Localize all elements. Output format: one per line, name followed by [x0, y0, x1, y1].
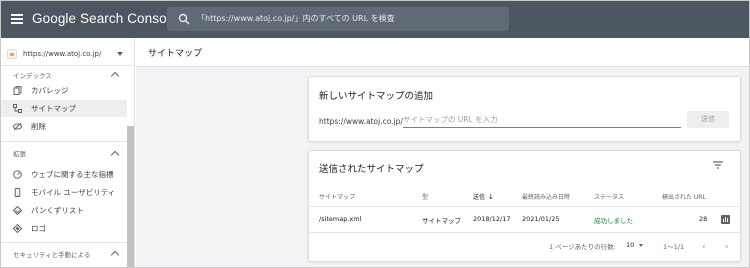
sitemap-url-input[interactable]: [403, 112, 681, 128]
sidebar-item-label: モバイル ユーザビリティ: [31, 188, 116, 197]
submit-button[interactable]: 送信: [687, 111, 729, 128]
top-bar: Google Search Console 「https://www.atoj.…: [1, 1, 749, 38]
page-header: サイトマップ: [136, 38, 749, 67]
url-inspection-search[interactable]: 「https://www.atoj.co.jp/」内のすべての URL を検査: [167, 7, 509, 31]
sidebar-item-label: サイトマップ: [31, 104, 76, 113]
chevron-up-icon[interactable]: [110, 150, 120, 160]
filter-icon[interactable]: [713, 161, 723, 169]
logo-icon: [13, 224, 22, 233]
divider: [309, 232, 742, 233]
submitted-sitemaps-title: 送信されたサイトマップ: [319, 164, 424, 175]
cell-type: サイトマップ: [422, 217, 461, 225]
divider: [309, 206, 742, 207]
speed-icon: [13, 170, 22, 179]
cell-discovered-urls: 28: [699, 215, 708, 223]
column-header-submitted[interactable]: 送信 ↓: [473, 192, 494, 201]
breadcrumb-icon: [13, 206, 22, 215]
rows-per-page-label: 1 ページあたりの行数:: [549, 243, 616, 251]
app-window: Google Search Console 「https://www.atoj.…: [0, 0, 750, 268]
add-sitemap-card: 新しいサイトマップの追加 https://www.atoj.co.jp/ 送信: [308, 76, 741, 142]
column-header-sitemap[interactable]: サイトマップ: [319, 192, 355, 201]
property-label: https://www.atoj.co.jp/: [23, 50, 102, 58]
next-page-icon[interactable]: ›: [725, 242, 729, 252]
mobile-icon: [14, 188, 21, 197]
column-header-type[interactable]: 型: [422, 192, 428, 201]
caret-down-icon[interactable]: [639, 244, 643, 247]
search-placeholder: 「https://www.atoj.co.jp/」内のすべての URL を検査: [197, 14, 395, 23]
cell-last-read: 2021/01/25: [522, 215, 560, 223]
site-favicon-icon: [7, 49, 17, 59]
cell-submitted: 2018/12/17: [473, 215, 511, 223]
hamburger-menu-icon[interactable]: [11, 14, 23, 24]
sidebar-item-label: パンくずリスト: [31, 206, 84, 215]
sidebar-item-coverage[interactable]: カバレッジ: [1, 82, 127, 99]
add-sitemap-title: 新しいサイトマップの追加: [319, 91, 434, 102]
sidebar-item-label: ウェブに関する主な指標: [31, 170, 114, 179]
section-header-enhancements[interactable]: 拡張: [13, 148, 26, 158]
sidebar-scrollbar[interactable]: [127, 126, 134, 267]
chevron-up-icon[interactable]: [110, 250, 120, 260]
page-title: サイトマップ: [148, 49, 203, 59]
sort-descending-icon: ↓: [488, 193, 494, 201]
sitemap-icon: [13, 104, 22, 113]
search-icon: [178, 13, 190, 25]
sidebar-item-logo[interactable]: ロゴ: [1, 220, 127, 237]
column-label: 送信: [473, 194, 486, 201]
bar-chart-icon[interactable]: [721, 215, 730, 224]
chevron-up-icon[interactable]: [110, 71, 120, 81]
sidebar-item-breadcrumbs[interactable]: パンくずリスト: [1, 202, 127, 219]
cell-sitemap: /sitemap.xml: [319, 215, 362, 223]
property-selector[interactable]: https://www.atoj.co.jp/: [7, 44, 129, 64]
section-header-index[interactable]: インデックス: [13, 70, 52, 80]
sidebar-item-label: ロゴ: [31, 224, 46, 233]
sidebar-item-label: カバレッジ: [31, 86, 69, 95]
removal-icon: [13, 122, 22, 131]
sidebar-item-core-web-vitals[interactable]: ウェブに関する主な指標: [1, 166, 127, 183]
column-header-discovered-urls[interactable]: 検出された URL: [662, 192, 706, 201]
column-header-status[interactable]: ステータス: [594, 192, 624, 201]
section-header-security[interactable]: セキュリティと手動による: [13, 249, 90, 259]
sidebar: https://www.atoj.co.jp/ インデックス カバレッジ サイト…: [1, 38, 135, 267]
submitted-sitemaps-card: 送信されたサイトマップ サイトマップ 型 送信 ↓ 最終読み込み日時 ステータス …: [308, 150, 742, 262]
pagination-range: 1〜1/1: [663, 243, 685, 251]
sidebar-item-mobile-usability[interactable]: モバイル ユーザビリティ: [1, 184, 127, 201]
previous-page-icon[interactable]: ‹: [702, 242, 706, 252]
coverage-icon: [13, 86, 22, 95]
divider: [1, 65, 135, 66]
sidebar-item-sitemaps[interactable]: サイトマップ: [1, 100, 127, 117]
column-header-last-read[interactable]: 最終読み込み日時: [522, 192, 570, 201]
divider: [1, 141, 127, 142]
product-logo[interactable]: Google Search Console: [32, 11, 177, 26]
cell-status: 成功しました: [594, 217, 633, 225]
rows-per-page-select[interactable]: 10: [626, 241, 634, 249]
caret-down-icon: [117, 52, 123, 56]
divider: [1, 242, 127, 243]
sidebar-item-removals[interactable]: 削除: [1, 118, 127, 135]
sidebar-item-label: 削除: [31, 122, 46, 131]
url-prefix: https://www.atoj.co.jp/: [319, 117, 403, 126]
